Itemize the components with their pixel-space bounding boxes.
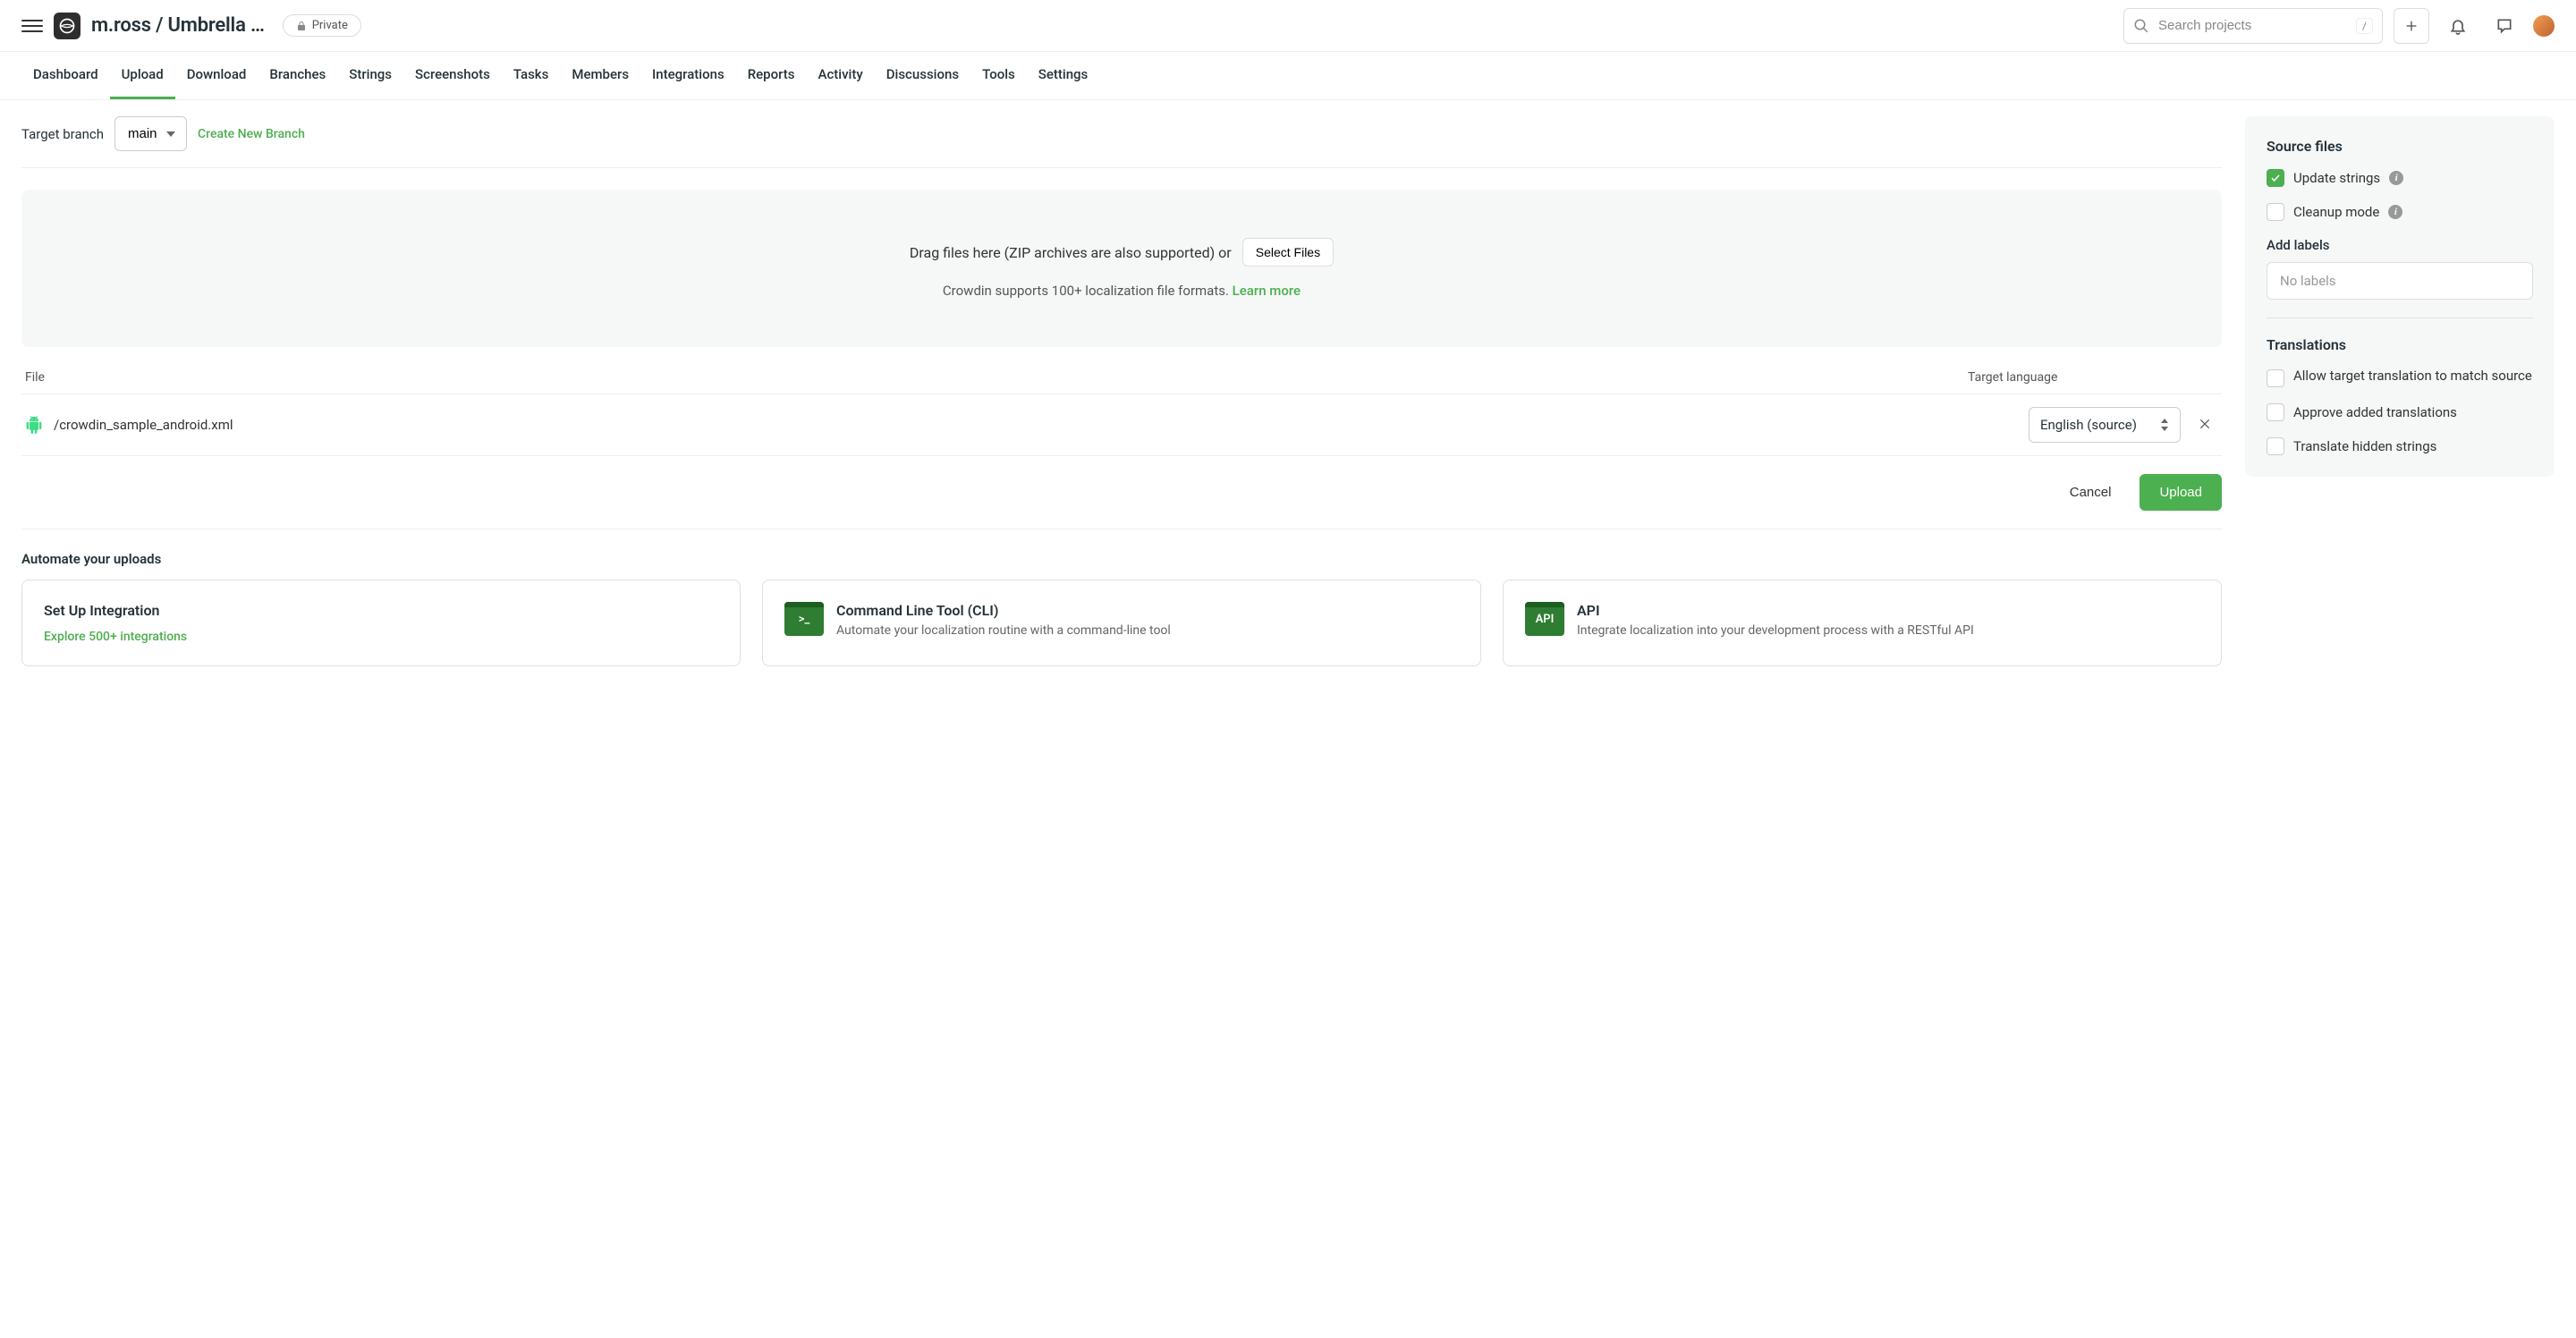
api-icon: API (1525, 602, 1564, 636)
tab-screenshots[interactable]: Screenshots (403, 52, 502, 99)
explore-integrations-link[interactable]: Explore 500+ integrations (44, 630, 718, 644)
update-strings-label: Update strings (2293, 170, 2380, 186)
translate-hidden-checkbox[interactable] (2267, 437, 2284, 455)
menu-icon[interactable] (21, 15, 43, 37)
tab-dashboard[interactable]: Dashboard (21, 52, 110, 99)
tab-reports[interactable]: Reports (736, 52, 807, 99)
tab-settings[interactable]: Settings (1027, 52, 1100, 99)
tab-branches[interactable]: Branches (258, 52, 337, 99)
create-branch-link[interactable]: Create New Branch (198, 127, 305, 141)
col-lang-header: Target language (1968, 370, 2218, 385)
tab-activity[interactable]: Activity (807, 52, 875, 99)
notifications-button[interactable] (2440, 8, 2476, 44)
plus-button[interactable] (2394, 8, 2429, 44)
language-select[interactable]: English (source) (2029, 407, 2181, 443)
automate-title: Automate your uploads (21, 551, 2222, 567)
file-path: /crowdin_sample_android.xml (54, 417, 2018, 433)
info-icon[interactable]: i (2388, 205, 2402, 219)
lock-icon (296, 21, 307, 31)
private-badge: Private (283, 14, 361, 37)
allow-match-label: Allow target translation to match source (2293, 368, 2532, 384)
tab-integrations[interactable]: Integrations (640, 52, 736, 99)
allow-match-checkbox[interactable] (2267, 369, 2284, 387)
select-files-button[interactable]: Select Files (1242, 238, 1334, 267)
card-cli[interactable]: >_ Command Line Tool (CLI) Automate your… (762, 580, 1481, 666)
android-icon (25, 416, 43, 434)
tab-members[interactable]: Members (560, 52, 640, 99)
upload-button[interactable]: Upload (2140, 474, 2222, 511)
learn-more-link[interactable]: Learn more (1233, 283, 1301, 299)
nav-tabs: Dashboard Upload Download Branches Strin… (0, 52, 2576, 100)
translate-hidden-label: Translate hidden strings (2293, 438, 2436, 454)
header: m.ross / Umbrella … Private / (0, 0, 2576, 52)
message-icon (2496, 17, 2513, 35)
tab-upload[interactable]: Upload (110, 52, 175, 99)
dropzone-text: Drag files here (ZIP archives are also s… (910, 244, 1232, 261)
plus-icon (2404, 19, 2419, 33)
cleanup-mode-checkbox[interactable] (2267, 203, 2284, 221)
sort-icon (2160, 419, 2169, 431)
branch-select[interactable]: main (114, 116, 187, 151)
cleanup-mode-label: Cleanup mode (2293, 204, 2379, 220)
card-api[interactable]: API API Integrate localization into your… (1503, 580, 2222, 666)
action-row: Cancel Upload (21, 456, 2222, 529)
search-icon (2133, 18, 2149, 34)
breadcrumb[interactable]: m.ross / Umbrella … (91, 14, 265, 37)
approve-added-label: Approve added translations (2293, 404, 2457, 420)
table-row: /crowdin_sample_android.xml English (sou… (21, 394, 2222, 456)
add-labels-title: Add labels (2267, 237, 2533, 253)
cli-icon: >_ (784, 602, 824, 636)
tab-download[interactable]: Download (175, 52, 258, 99)
tab-tools[interactable]: Tools (970, 52, 1027, 99)
search-box[interactable]: / (2123, 8, 2383, 44)
branch-row: Target branch main Create New Branch (21, 116, 2222, 168)
translations-title: Translations (2267, 336, 2533, 353)
approve-added-checkbox[interactable] (2267, 403, 2284, 421)
check-icon (2270, 173, 2281, 183)
dropzone[interactable]: Drag files here (ZIP archives are also s… (21, 190, 2222, 347)
col-file-header: File (25, 370, 1968, 385)
info-icon[interactable]: i (2389, 171, 2403, 185)
bell-icon (2449, 17, 2467, 35)
messages-button[interactable] (2487, 8, 2522, 44)
search-shortcut: / (2356, 18, 2373, 34)
cancel-button[interactable]: Cancel (2055, 476, 2126, 509)
search-input[interactable] (2158, 18, 2347, 33)
card-integration[interactable]: Set Up Integration Explore 500+ integrat… (21, 580, 741, 666)
file-table: File Target language /crowdin_sample_and… (21, 361, 2222, 456)
sidebar: Source files Update strings i Cleanup mo… (2245, 116, 2555, 477)
avatar[interactable] (2533, 15, 2555, 37)
close-icon (2199, 418, 2211, 430)
tab-strings[interactable]: Strings (337, 52, 403, 99)
labels-input[interactable]: No labels (2267, 262, 2533, 300)
app-logo[interactable] (54, 13, 80, 39)
automate-cards: Set Up Integration Explore 500+ integrat… (21, 580, 2222, 666)
target-branch-label: Target branch (21, 126, 104, 142)
tab-discussions[interactable]: Discussions (875, 52, 970, 99)
tab-tasks[interactable]: Tasks (502, 52, 561, 99)
source-files-title: Source files (2267, 138, 2533, 155)
update-strings-checkbox[interactable] (2267, 169, 2284, 187)
remove-file-button[interactable] (2191, 416, 2218, 435)
dropzone-subtext: Crowdin supports 100+ localization file … (943, 283, 1233, 299)
